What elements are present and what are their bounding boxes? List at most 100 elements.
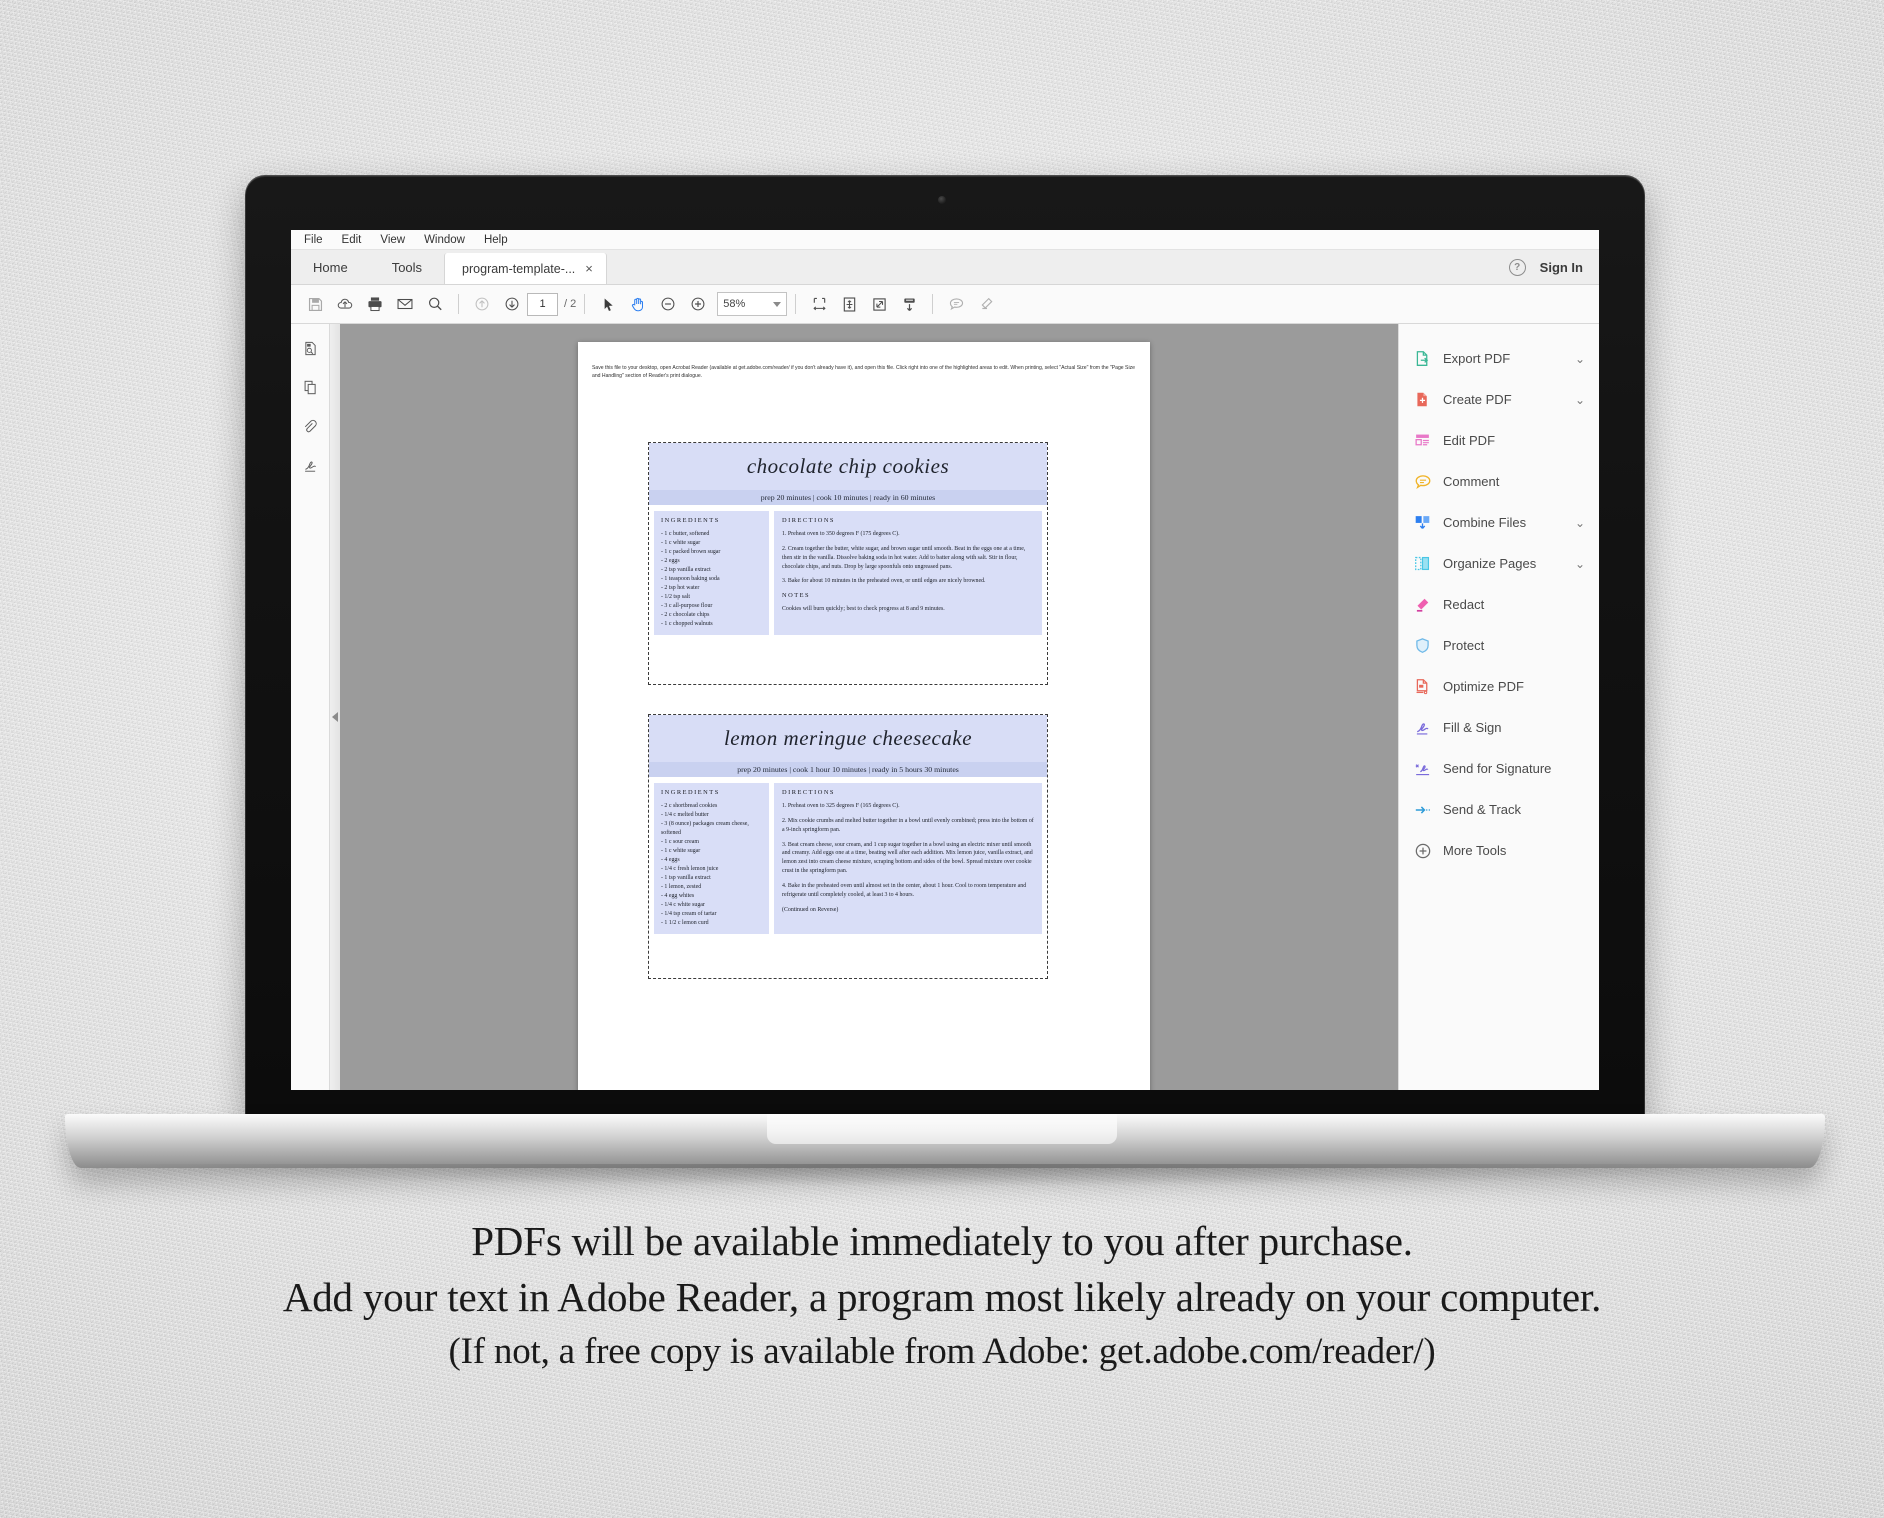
tool-protect[interactable]: Protect: [1399, 625, 1599, 666]
page-thumbnails-icon[interactable]: [302, 340, 319, 362]
chevron-down-icon[interactable]: ⌄: [1575, 557, 1585, 571]
menu-item-window[interactable]: Window: [424, 234, 465, 246]
zoom-to-selection-icon[interactable]: [864, 289, 894, 319]
fit-width-icon[interactable]: [804, 289, 834, 319]
tool-label: Optimize PDF: [1443, 679, 1524, 694]
toolbar-divider-4: [932, 294, 934, 314]
ingredient-item: - 3 (8 ounce) packages cream cheese, sof…: [661, 820, 749, 836]
laptop-screen: File Edit View Window Help Home Tools pr…: [291, 230, 1599, 1090]
ingredient-item: - 1 c packed brown sugar: [661, 548, 721, 555]
close-icon[interactable]: ×: [585, 262, 593, 275]
fill-and-sign-icon: [1413, 718, 1432, 737]
recipe-card: lemon meringue cheesecake prep 20 minute…: [648, 714, 1048, 979]
menu-item-help[interactable]: Help: [484, 234, 508, 246]
ingredient-item: - 1 1/2 c lemon curd: [661, 919, 709, 926]
caption-line-1: PDFs will be available immediately to yo…: [471, 1218, 1413, 1264]
ingredients-column[interactable]: INGREDIENTS - 1 c butter, softened - 1 c…: [654, 511, 769, 635]
menu-item-file[interactable]: File: [304, 234, 323, 246]
zoom-out-icon[interactable]: [653, 289, 683, 319]
save-icon[interactable]: [300, 289, 330, 319]
document-viewer[interactable]: Save this file to your desktop, open Acr…: [330, 324, 1398, 1090]
combine-files-icon: [1413, 513, 1432, 532]
zoom-level-value: 58%: [723, 298, 746, 310]
email-icon[interactable]: [390, 289, 420, 319]
next-page-icon[interactable]: [497, 289, 527, 319]
directions-column[interactable]: DIRECTIONS 1. Preheat oven to 350 degree…: [774, 511, 1042, 635]
ingredient-item: - 4 eggs: [661, 856, 680, 863]
scroll-mode-icon[interactable]: [894, 289, 924, 319]
caption-block: PDFs will be available immediately to yo…: [0, 1214, 1884, 1377]
ingredients-column[interactable]: INGREDIENTS - 2 c shortbread cookies - 1…: [654, 783, 769, 934]
recipe-card: chocolate chip cookies prep 20 minutes |…: [648, 442, 1048, 685]
attachments-icon[interactable]: [302, 418, 319, 440]
signatures-icon[interactable]: [302, 457, 319, 479]
select-tool-icon[interactable]: [593, 289, 623, 319]
chevron-down-icon[interactable]: ⌄: [1575, 516, 1585, 530]
collapse-panel-arrow[interactable]: [330, 324, 340, 1090]
laptop-mockup: File Edit View Window Help Home Tools pr…: [0, 0, 1884, 1210]
direction-step: 4. Bake in the preheated oven until almo…: [782, 883, 1027, 898]
tool-send-and-track[interactable]: Send & Track: [1399, 789, 1599, 830]
menu-item-edit[interactable]: Edit: [342, 234, 362, 246]
zoom-level-select[interactable]: 58%: [717, 292, 788, 316]
chevron-down-icon[interactable]: ⌄: [1575, 393, 1585, 407]
direction-step: 2. Cream together the butter, white suga…: [782, 545, 1026, 570]
print-icon[interactable]: [360, 289, 390, 319]
tool-comment[interactable]: Comment: [1399, 461, 1599, 502]
previous-page-icon[interactable]: [467, 289, 497, 319]
ingredient-item: - 2 eggs: [661, 557, 680, 564]
ingredient-item: - 3 c all-purpose flour: [661, 602, 713, 609]
help-icon[interactable]: ?: [1508, 258, 1526, 276]
page-number-input[interactable]: 1: [527, 292, 558, 316]
fit-page-icon[interactable]: [834, 289, 864, 319]
toolbar-divider-2: [584, 294, 586, 314]
directions-column[interactable]: DIRECTIONS 1. Preheat oven to 325 degree…: [774, 783, 1042, 934]
toolbar-divider-3: [795, 294, 797, 314]
optimize-pdf-icon: [1413, 677, 1432, 696]
ingredient-item: - 1/2 tsp salt: [661, 593, 690, 600]
ingredient-item: - 1/4 c melted butter: [661, 811, 709, 818]
direction-step: 3. Bake for about 10 minutes in the preh…: [782, 578, 986, 585]
menu-item-view[interactable]: View: [380, 234, 405, 246]
tool-send-for-signature[interactable]: Send for Signature: [1399, 748, 1599, 789]
tool-organize-pages[interactable]: Organize Pages ⌄: [1399, 543, 1599, 584]
tab-home[interactable]: Home: [291, 250, 370, 284]
reader-body: Save this file to your desktop, open Acr…: [291, 324, 1599, 1090]
left-navigation-rail: [291, 324, 330, 1090]
tool-combine-files[interactable]: Combine Files ⌄: [1399, 502, 1599, 543]
tool-redact[interactable]: Redact: [1399, 584, 1599, 625]
page-instructions: Save this file to your desktop, open Acr…: [592, 365, 1135, 380]
tool-edit-pdf[interactable]: Edit PDF: [1399, 420, 1599, 461]
search-icon[interactable]: [420, 289, 450, 319]
tool-label: Send for Signature: [1443, 761, 1552, 776]
chevron-down-icon[interactable]: ⌄: [1575, 352, 1585, 366]
comment-icon[interactable]: [941, 289, 971, 319]
ingredient-item: - 1 teaspoon baking soda: [661, 575, 720, 582]
tool-label: Comment: [1443, 474, 1500, 489]
tool-fill-and-sign[interactable]: Fill & Sign: [1399, 707, 1599, 748]
ingredient-item: - 2 c shortbread cookies: [661, 803, 718, 809]
tab-tools[interactable]: Tools: [370, 250, 444, 284]
tool-create-pdf[interactable]: Create PDF ⌄: [1399, 379, 1599, 420]
ingredient-item: - 1 c white sugar: [661, 539, 701, 546]
ingredient-item: - 1 c white sugar: [661, 847, 701, 854]
tab-document[interactable]: program-template-... ×: [444, 253, 607, 284]
upload-to-cloud-icon[interactable]: [330, 289, 360, 319]
ingredient-item: - 1 c sour cream: [661, 838, 699, 845]
tools-panel: Export PDF ⌄ Create PDF ⌄ Edit PDF Comme…: [1398, 324, 1599, 1090]
tool-label: Send & Track: [1443, 802, 1522, 817]
tool-export-pdf[interactable]: Export PDF ⌄: [1399, 338, 1599, 379]
highlight-icon[interactable]: [971, 289, 1001, 319]
direction-step: 3. Beat cream cheese, sour cream, and 1 …: [782, 841, 1033, 875]
ingredient-item: - 2 c chocolate chips: [661, 611, 710, 618]
recipe-meta: prep 20 minutes | cook 1 hour 10 minutes…: [649, 762, 1047, 777]
tool-label: Edit PDF: [1443, 433, 1496, 448]
copy-pages-icon[interactable]: [302, 379, 319, 401]
sign-in-button[interactable]: Sign In: [1540, 260, 1583, 275]
tool-label: Organize Pages: [1443, 556, 1537, 571]
zoom-in-icon[interactable]: [683, 289, 713, 319]
hand-tool-icon[interactable]: [623, 289, 653, 319]
webcam-icon: [938, 196, 946, 204]
tool-more-tools[interactable]: More Tools: [1399, 830, 1599, 871]
tool-optimize-pdf[interactable]: Optimize PDF: [1399, 666, 1599, 707]
